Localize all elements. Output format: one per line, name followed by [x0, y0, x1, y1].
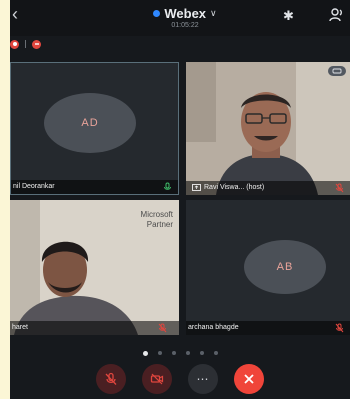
participant-video: [186, 62, 350, 195]
participant-tile[interactable]: AB archana bhagde: [186, 200, 350, 335]
participant-name: archana bhagde: [188, 324, 239, 331]
webex-meeting-screen: ‹ Webex ∨ 01:05:22 ✱ AD nil Deorankar Ra…: [10, 0, 350, 399]
background-sign-text: Microsoft Partner: [141, 210, 173, 230]
title-row: Webex ∨: [140, 6, 230, 21]
video-off-icon: [150, 373, 164, 385]
status-indicators: [10, 38, 41, 50]
webex-logo-icon: [153, 10, 161, 17]
screen-share-icon: [192, 183, 201, 191]
end-call-icon: [244, 374, 254, 384]
page-dot[interactable]: [199, 351, 204, 355]
participant-tile-video[interactable]: Microsoft Partner haret: [10, 200, 179, 335]
more-icon: ⋯: [196, 372, 210, 386]
participant-name: haret: [12, 324, 28, 331]
sign-line-1: Microsoft: [140, 210, 173, 219]
camera-switch-icon[interactable]: [328, 66, 346, 76]
video-button[interactable]: [142, 364, 172, 394]
participant-name: Ravi Viswa... (host): [204, 184, 265, 191]
call-controls: ⋯: [10, 364, 350, 394]
mic-on-icon: [164, 182, 171, 190]
end-call-button[interactable]: [234, 364, 264, 394]
mic-muted-icon: [158, 323, 167, 333]
meeting-timer: 01:05:22: [171, 22, 199, 29]
bluetooth-icon[interactable]: ✱: [283, 8, 294, 24]
avatar: AD: [44, 93, 136, 153]
mic-muted-icon: [335, 183, 344, 193]
sign-line-2: Partner: [146, 220, 173, 229]
participant-name-label: archana bhagde: [186, 321, 350, 335]
participant-name-label: Ravi Viswa... (host): [186, 181, 350, 195]
divider: [25, 40, 26, 48]
participant-tile[interactable]: AD nil Deorankar: [10, 62, 179, 195]
chevron-down-icon: ∨: [210, 8, 217, 18]
meeting-title-area[interactable]: Webex ∨ 01:05:22: [140, 6, 230, 29]
participants-icon[interactable]: [328, 6, 346, 24]
page-dot[interactable]: [213, 351, 218, 355]
recording-indicator-icon: [10, 39, 19, 49]
more-options-button[interactable]: ⋯: [188, 364, 218, 394]
page-indicator[interactable]: [10, 351, 350, 356]
avatar: AB: [244, 240, 326, 294]
muted-indicator-icon: [32, 39, 41, 49]
participant-name-label: nil Deorankar: [11, 180, 178, 194]
page-dot[interactable]: [171, 351, 176, 355]
page-dot[interactable]: [185, 351, 190, 355]
participant-name: nil Deorankar: [13, 183, 55, 190]
back-icon[interactable]: ‹: [12, 4, 18, 25]
mic-muted-icon: [335, 323, 344, 333]
mic-muted-icon: [105, 372, 117, 385]
page-dot[interactable]: [157, 351, 162, 355]
top-bar: ‹ Webex ∨ 01:05:22 ✱: [10, 0, 350, 36]
mute-button[interactable]: [96, 364, 126, 394]
page-dot[interactable]: [142, 351, 148, 356]
participant-name-label: haret: [10, 321, 179, 335]
participant-tile-video[interactable]: Ravi Viswa... (host): [186, 62, 350, 195]
meeting-title: Webex: [164, 6, 207, 21]
